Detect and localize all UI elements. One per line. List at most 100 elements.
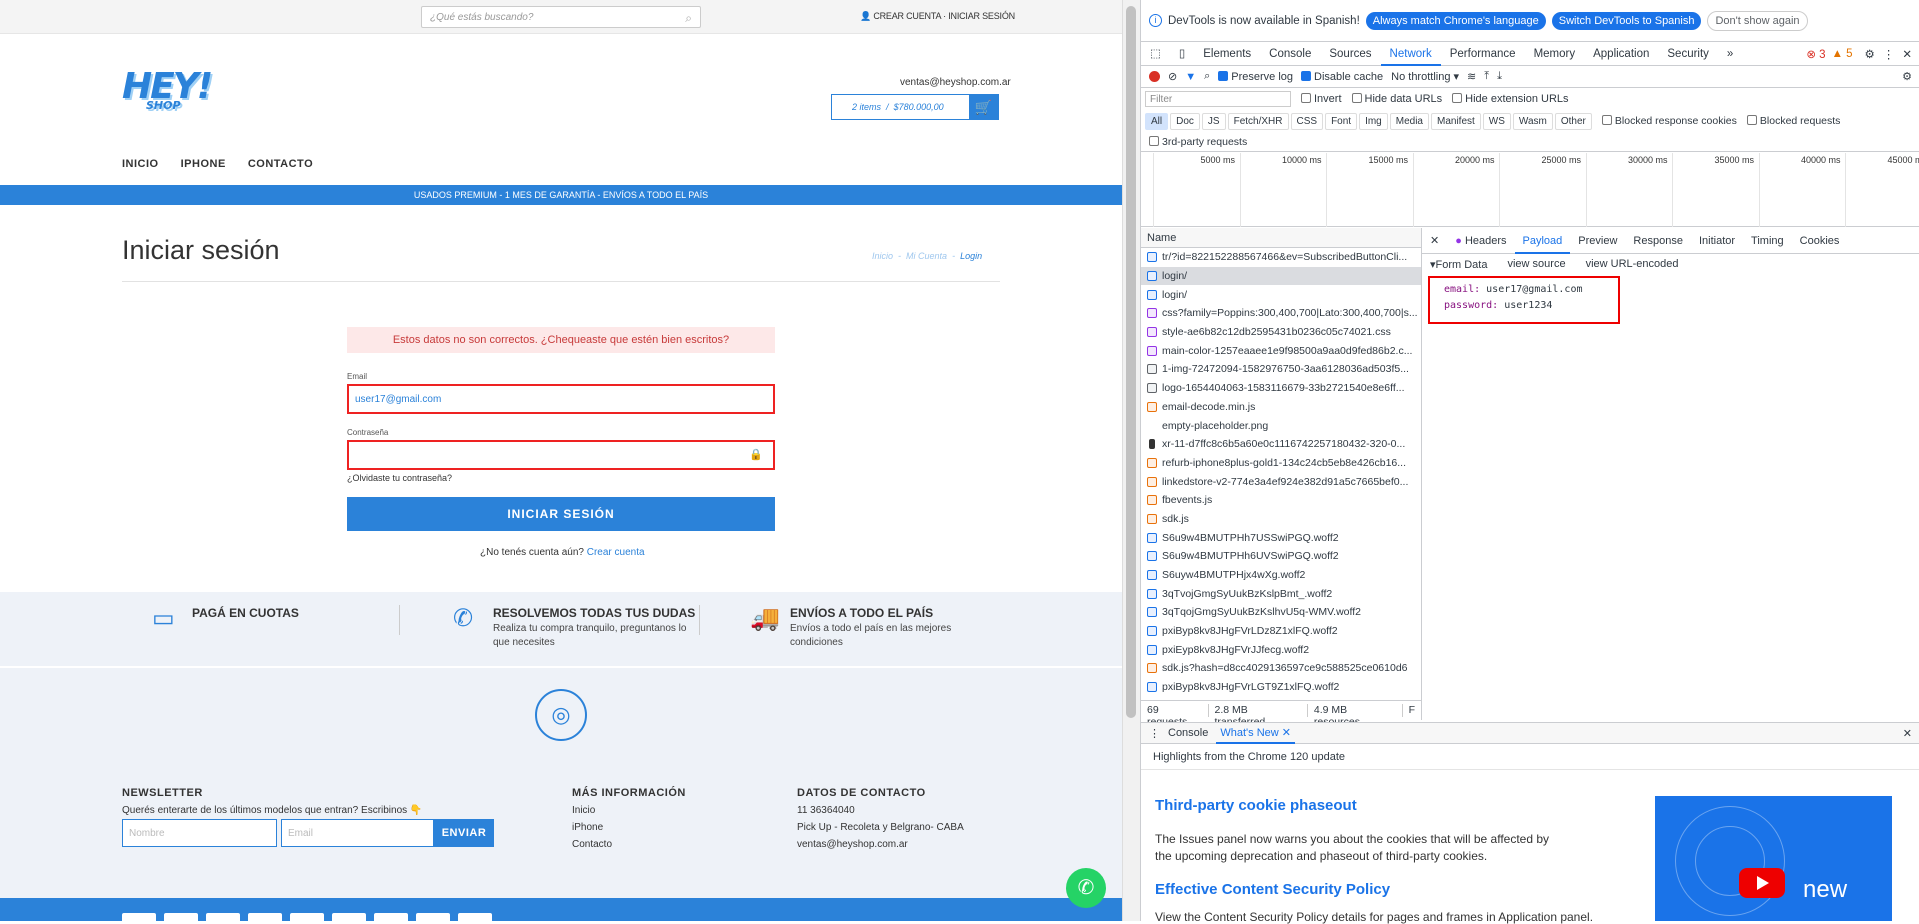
clear-icon[interactable]: ⊘ — [1168, 70, 1177, 83]
drawer-tab-console[interactable]: Console — [1168, 727, 1208, 739]
filter-input[interactable]: Filter — [1145, 91, 1291, 107]
hide-extension-urls-checkbox[interactable]: Hide extension URLs — [1452, 93, 1569, 105]
request-row[interactable]: refurb-iphone8plus-gold1-134c24cb5eb8e42… — [1141, 454, 1421, 473]
tab-console[interactable]: Console — [1260, 42, 1320, 66]
search-icon[interactable]: ⌕ — [1204, 70, 1210, 83]
whatsapp-icon[interactable]: ✆ — [1066, 868, 1106, 908]
create-account-link[interactable]: Crear cuenta — [587, 547, 645, 558]
nav-contacto[interactable]: CONTACTO — [248, 158, 313, 170]
view-url-encoded-link[interactable]: view URL-encoded — [1586, 258, 1679, 271]
sign-in-link[interactable]: INICIAR SESIÓN — [948, 11, 1015, 21]
request-row[interactable]: 1-img-72472094-1582976750-3aa6128036ad50… — [1141, 360, 1421, 379]
request-row[interactable]: login/ — [1141, 266, 1421, 286]
request-row[interactable]: 3qTqojGmgSyUukBzKslhvU5q-WMV.woff2 — [1141, 603, 1421, 622]
type-other[interactable]: Other — [1554, 112, 1592, 130]
whats-new-video-thumbnail[interactable]: new — [1655, 796, 1892, 921]
email-field[interactable]: user17@gmail.com — [347, 384, 775, 414]
request-row[interactable]: pxiEyp8kv8JHgFVrJJfecg.woff2 — [1141, 640, 1421, 659]
type-img[interactable]: Img — [1359, 112, 1388, 130]
kebab-menu-icon[interactable]: ⋮ — [1883, 47, 1895, 61]
request-row[interactable]: linkedstore-v2-774e3a4ef924e382d91a5c766… — [1141, 472, 1421, 491]
export-icon[interactable]: ⤓ — [1497, 70, 1502, 83]
drawer-menu-icon[interactable]: ⋮ — [1149, 727, 1160, 740]
search-icon[interactable]: ⌕ — [685, 11, 692, 26]
request-row[interactable]: sdk.js — [1141, 510, 1421, 529]
newsletter-email-input[interactable]: Email — [281, 819, 434, 847]
network-timeline[interactable]: 5000 ms 10000 ms 15000 ms 20000 ms 25000 ms 3… — [1141, 153, 1919, 227]
invert-checkbox[interactable]: Invert — [1301, 93, 1342, 105]
request-row[interactable]: css?family=Poppins:300,400,700|Lato:300,… — [1141, 304, 1421, 323]
name-column-header[interactable]: Name — [1141, 228, 1422, 248]
nav-iphone[interactable]: IPHONE — [181, 158, 226, 170]
create-account-link[interactable]: CREAR CUENTA — [873, 11, 941, 21]
type-fetch[interactable]: Fetch/XHR — [1227, 112, 1289, 130]
close-detail-icon[interactable]: ✕ — [1422, 228, 1447, 254]
preserve-log-checkbox[interactable]: Preserve log — [1218, 70, 1293, 83]
tab-application[interactable]: Application — [1584, 42, 1658, 66]
footer-link-iphone[interactable]: iPhone — [572, 822, 686, 833]
tab-memory[interactable]: Memory — [1525, 42, 1585, 66]
tab-payload[interactable]: Payload — [1514, 228, 1571, 254]
request-row[interactable]: pxiByp8kv8JHgFVrLGT9Z1xlFQ.woff2 — [1141, 678, 1421, 697]
import-icon[interactable]: ⤒ — [1484, 70, 1489, 83]
device-toolbar-icon[interactable]: ▯ — [1170, 42, 1194, 66]
request-row[interactable]: 3qTvojGmgSyUukBzKslpBmt_.woff2 — [1141, 584, 1421, 603]
tab-cookies[interactable]: Cookies — [1792, 228, 1848, 254]
type-font[interactable]: Font — [1325, 112, 1358, 130]
match-language-button[interactable]: Always match Chrome's language — [1365, 11, 1546, 30]
tab-security[interactable]: Security — [1658, 42, 1718, 66]
password-field[interactable]: 🔒 — [347, 440, 775, 470]
network-settings-icon[interactable]: ⚙ — [1902, 70, 1912, 83]
inspect-icon[interactable]: ⬚ — [1141, 42, 1170, 66]
request-row[interactable]: pxiByp8kv8JHgFVrLDz8Z1xlFQ.woff2 — [1141, 622, 1421, 641]
close-drawer-icon[interactable]: ✕ — [1903, 727, 1912, 740]
forgot-password-link[interactable]: ¿Olvidaste tu contraseña? — [347, 473, 452, 483]
blocked-cookies-checkbox[interactable]: Blocked response cookies — [1601, 115, 1737, 127]
more-tabs-icon[interactable]: » — [1718, 42, 1742, 66]
error-count[interactable]: ⊗ 3 — [1806, 47, 1825, 61]
whats-new-heading-1[interactable]: Third-party cookie phaseout — [1155, 797, 1357, 814]
type-wasm[interactable]: Wasm — [1512, 112, 1553, 130]
tab-elements[interactable]: Elements — [1194, 42, 1260, 66]
drawer-tab-whats-new[interactable]: What's New ✕ — [1216, 722, 1295, 744]
disable-cache-checkbox[interactable]: Disable cache — [1301, 70, 1383, 83]
warning-count[interactable]: ▲ 5 — [1832, 48, 1853, 60]
nav-inicio[interactable]: INICIO — [122, 158, 159, 170]
request-row[interactable]: main-color-1257eaaee1e9f98500a9aa0d9fed8… — [1141, 341, 1421, 360]
third-party-checkbox[interactable]: 3rd-party requests — [1141, 132, 1919, 152]
footer-link-inicio[interactable]: Inicio — [572, 805, 686, 816]
login-button[interactable]: INICIAR SESIÓN — [347, 497, 775, 531]
type-ws[interactable]: WS — [1482, 112, 1511, 130]
heyshop-logo[interactable]: HEY! SHOP — [122, 66, 213, 112]
hide-data-urls-checkbox[interactable]: Hide data URLs — [1351, 93, 1442, 105]
request-row[interactable]: email-decode.min.js — [1141, 398, 1421, 417]
request-row[interactable]: tr/?id=822152288567466&ev=SubscribedButt… — [1141, 248, 1421, 267]
close-tab-icon[interactable]: ✕ — [1282, 727, 1291, 739]
request-row[interactable]: xr-11-d7ffc8c6b5a60e0c1116742257180432-3… — [1141, 435, 1421, 454]
newsletter-name-input[interactable]: Nombre — [122, 819, 277, 847]
wifi-icon[interactable]: ≋ — [1467, 70, 1476, 83]
whats-new-heading-2[interactable]: Effective Content Security Policy — [1155, 881, 1390, 898]
close-icon[interactable]: ✕ — [1902, 47, 1912, 61]
type-css[interactable]: CSS — [1290, 112, 1324, 130]
instagram-icon[interactable]: ◎ — [535, 689, 587, 741]
request-row[interactable]: sdk.js?hash=d8cc4029136597ce9c588525ce06… — [1141, 659, 1421, 678]
footer-link-contacto[interactable]: Contacto — [572, 839, 686, 850]
type-media[interactable]: Media — [1389, 112, 1429, 130]
request-row[interactable]: style-ae6b82c12db2595431b0236c05c74021.c… — [1141, 323, 1421, 342]
request-row[interactable]: S6uyw4BMUTPHjx4wXg.woff2 — [1141, 566, 1421, 585]
request-row[interactable]: fbevents.js — [1141, 491, 1421, 510]
switch-language-button[interactable]: Switch DevTools to Spanish — [1551, 11, 1702, 30]
blocked-requests-checkbox[interactable]: Blocked requests — [1746, 115, 1840, 127]
request-row[interactable]: S6u9w4BMUTPHh6UVSwiPGQ.woff2 — [1141, 547, 1421, 566]
view-source-link[interactable]: view source — [1507, 258, 1565, 271]
search-input[interactable]: ¿Qué estás buscando? ⌕ — [421, 6, 701, 28]
crumb-inicio[interactable]: Inicio — [872, 251, 893, 261]
filter-icon[interactable]: ▼ — [1185, 71, 1196, 83]
type-manifest[interactable]: Manifest — [1431, 112, 1481, 130]
tab-initiator[interactable]: Initiator — [1691, 228, 1743, 254]
tab-headers[interactable]: ● Headers — [1447, 228, 1514, 254]
youtube-play-icon[interactable] — [1739, 868, 1785, 898]
request-row[interactable]: logo-1654404063-1583116679-33b2721540e8e… — [1141, 379, 1421, 398]
cart-icon[interactable]: 🛒 — [969, 94, 998, 120]
